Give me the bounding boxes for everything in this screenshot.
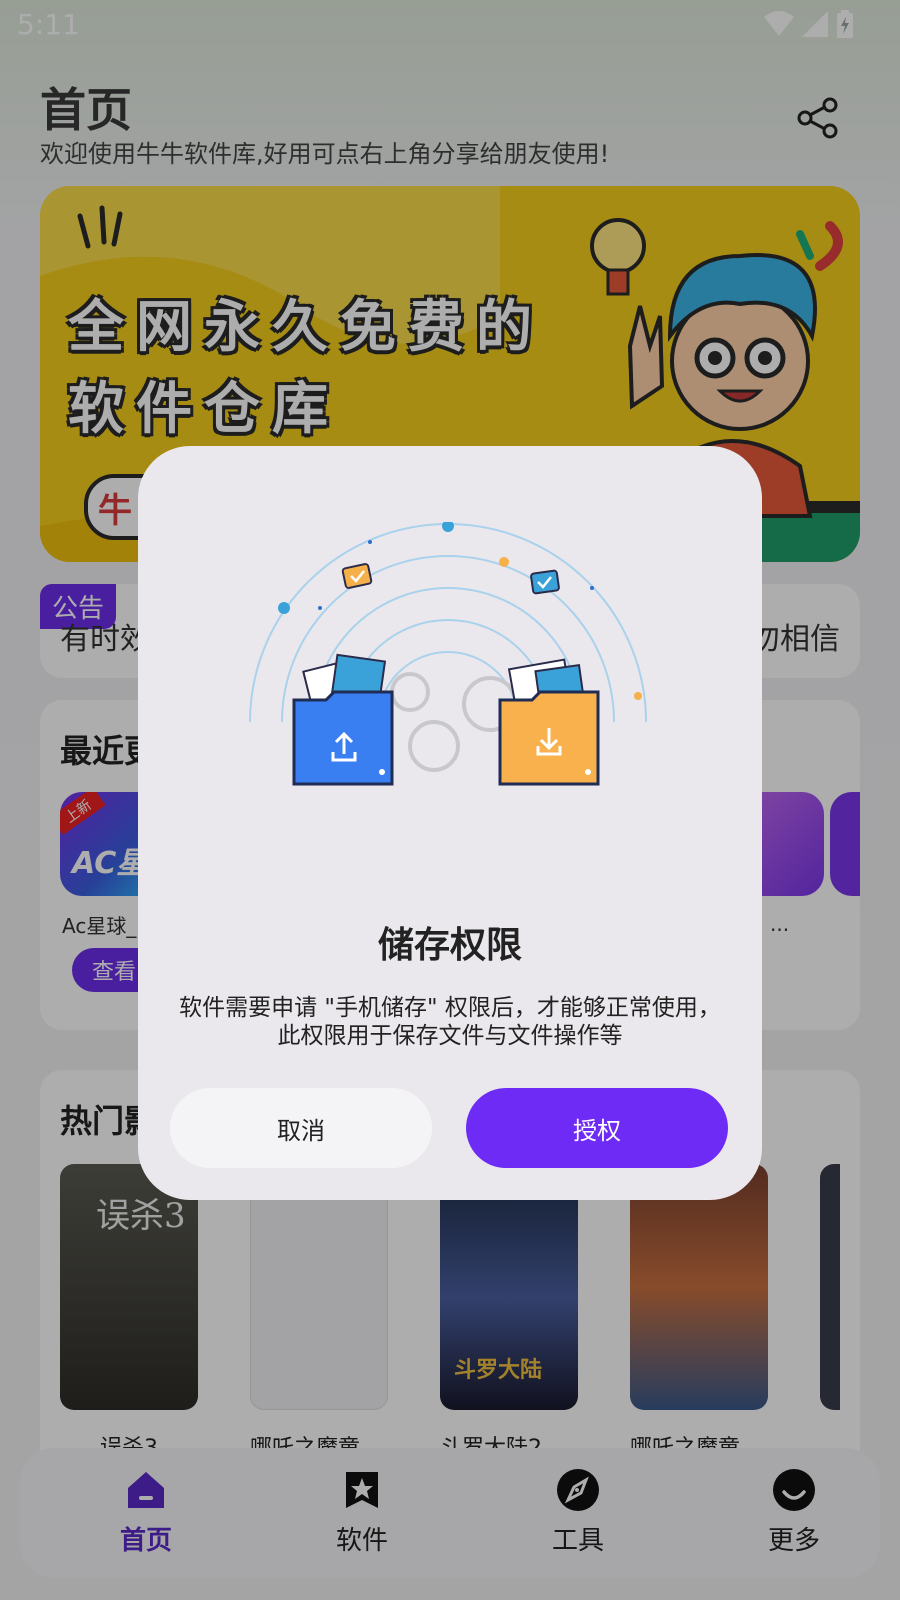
file-transfer-illustration	[249, 522, 647, 786]
cancel-button[interactable]: 取消	[170, 1088, 432, 1168]
storage-permission-dialog: 储存权限 软件需要申请 "手机储存" 权限后，才能够正常使用， 此权限用于保存文…	[138, 446, 762, 1200]
grant-permission-button[interactable]: 授权	[466, 1088, 728, 1168]
dialog-message-line2: 此权限用于保存文件与文件操作等	[277, 1023, 623, 1049]
dialog-message-line1: 软件需要申请 "手机储存" 权限后，才能够正常使用，	[179, 995, 721, 1021]
dialog-message: 软件需要申请 "手机储存" 权限后，才能够正常使用， 此权限用于保存文件与文件操…	[158, 994, 742, 1050]
dialog-title: 储存权限	[377, 925, 522, 966]
